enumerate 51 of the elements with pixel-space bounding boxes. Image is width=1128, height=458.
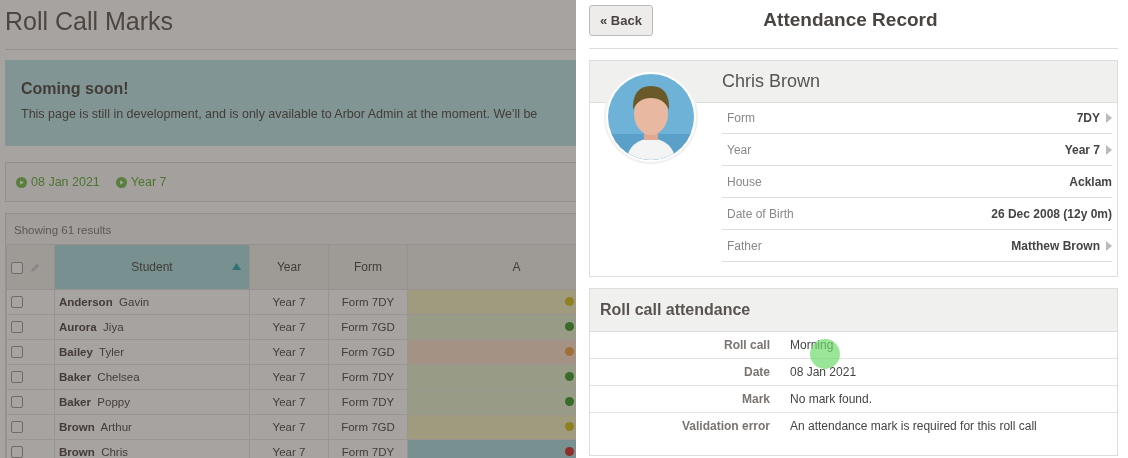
field-value: Acklam — [1069, 174, 1112, 189]
field-value: 26 Dec 2008 (12y 0m) — [991, 206, 1112, 221]
table-cell: Form 7GD — [328, 414, 408, 440]
table-cell: Year 7 — [249, 339, 329, 365]
student-cell: Baker Poppy — [54, 389, 250, 415]
notice-text: This page is still in development, and is only available to Arbor Admin at the moment. We'll be — [21, 107, 539, 121]
column-header[interactable]: Form — [328, 244, 408, 290]
notice-heading: Coming soon! — [21, 80, 130, 98]
table-cell: Year 7 — [249, 289, 329, 315]
filter-link[interactable]: Year 7 — [115, 175, 167, 189]
table-cell: Year 7 — [249, 314, 329, 340]
student-cell: Bailey Tyler — [54, 339, 250, 365]
student-name: Chris Brown — [722, 70, 822, 93]
student-cell: Anderson Gavin — [54, 289, 250, 315]
field-label: Date of Birth — [727, 206, 794, 221]
field-label: Validation error — [680, 419, 771, 433]
column-header[interactable]: Student — [54, 244, 250, 290]
table-cell: Form 7GD — [328, 314, 408, 340]
field-label: House — [727, 174, 762, 189]
field-label: Date — [743, 365, 771, 379]
table-cell: Form 7DY — [328, 364, 408, 390]
student-cell: Baker Chelsea — [54, 364, 250, 390]
filter-label: 08 Jan 2021 — [31, 175, 100, 189]
filter-link[interactable]: 08 Jan 2021 — [16, 175, 100, 189]
field-value: Matthew Brown — [1011, 238, 1100, 253]
student-cell: Brown Arthur — [54, 414, 250, 440]
field-value: An attendance mark is required for this roll call — [790, 419, 1037, 433]
back-button[interactable]: « Back — [589, 4, 653, 36]
field-label: Roll call — [723, 338, 771, 352]
table-cell: Year 7 — [249, 364, 329, 390]
field-label: Form — [727, 110, 755, 125]
column-header[interactable]: A — [407, 244, 576, 290]
field-value: 7DY — [1076, 110, 1100, 125]
table-cell: Form 7DY — [328, 389, 408, 415]
table-cell: Form 7GD — [328, 339, 408, 365]
field-label: Year — [727, 142, 752, 157]
field-value: Morning — [790, 338, 834, 352]
panel-title: Attendance Record — [762, 9, 939, 31]
field-value: Year 7 — [1064, 142, 1100, 157]
table-cell: Form 7DY — [328, 289, 408, 315]
results-summary: Showing 61 results — [13, 223, 113, 238]
column-header[interactable]: Year — [249, 244, 329, 290]
filter-label: Year 7 — [130, 175, 167, 189]
table-cell: Year 7 — [249, 414, 329, 440]
table-cell: Year 7 — [249, 389, 329, 415]
field-label: Father — [727, 238, 762, 253]
field-value: No mark found. — [790, 392, 873, 406]
student-cell: Aurora Jiya — [54, 314, 250, 340]
field-label: Mark — [741, 392, 771, 406]
section-heading: Roll call attendance — [590, 289, 1117, 332]
field-value: 08 Jan 2021 — [790, 365, 857, 379]
